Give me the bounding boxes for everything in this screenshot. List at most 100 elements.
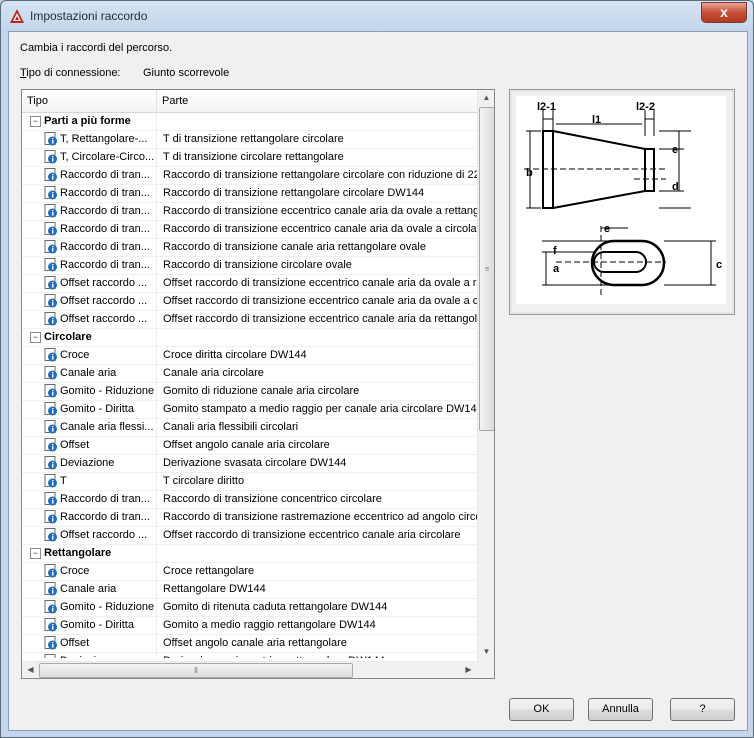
tipo-cell: Raccordo di tran... — [22, 239, 157, 256]
table-row[interactable]: Offset Offset angolo canale aria rettango… — [22, 635, 477, 653]
scroll-up-icon[interactable]: ▲ — [478, 93, 494, 102]
parte-cell[interactable]: Raccordo di transizione canale aria rett… — [163, 241, 477, 253]
parte-cell[interactable]: Raccordo di transizione eccentrico canal… — [163, 205, 477, 217]
parte-cell[interactable]: Derivazione svasata circolare DW144 — [163, 457, 477, 469]
group-label: Parti a più forme — [44, 115, 131, 127]
table-row[interactable]: Raccordo di tran... Raccordo di transizio… — [22, 509, 477, 527]
table-row[interactable]: T, Rettangolare-... T di transizione rett… — [22, 131, 477, 149]
tipo-text: Offset raccordo ... — [60, 295, 148, 307]
parte-cell[interactable]: Raccordo di transizione rettangolare cir… — [163, 187, 477, 199]
table-row[interactable]: T, Circolare-Circo... T di transizione ci… — [22, 149, 477, 167]
table-row[interactable]: Offset raccordo ... Offset raccordo di tr… — [22, 293, 477, 311]
parte-cell[interactable]: T di transizione circolare rettangolare — [163, 151, 477, 163]
parte-cell[interactable]: Croce diritta circolare DW144 — [163, 349, 477, 361]
tipo-text: Raccordo di tran... — [60, 511, 150, 523]
parte-cell[interactable]: Offset raccordo di transizione eccentric… — [163, 295, 477, 307]
tipo-text: Croce — [60, 349, 90, 361]
table-row[interactable]: Croce Croce rettangolare — [22, 563, 477, 581]
column-header-tipo[interactable]: Tipo — [22, 90, 157, 112]
close-button[interactable]: x — [701, 2, 747, 23]
collapse-icon[interactable]: − — [30, 116, 41, 127]
dim-e2-label: e — [604, 223, 610, 235]
parte-cell[interactable]: Raccordo di transizione circolare ovale — [163, 259, 477, 271]
scroll-right-icon[interactable]: ▶ — [460, 665, 477, 674]
fittings-list[interactable]: Tipo Parte − Parti a più forme T, Rettango… — [21, 89, 495, 679]
parte-cell[interactable]: Offset raccordo di transizione eccentric… — [163, 313, 477, 325]
table-row[interactable]: Offset Offset angolo canale aria circolar… — [22, 437, 477, 455]
group-row[interactable]: − Parti a più forme — [22, 113, 477, 131]
group-label: Rettangolare — [44, 547, 112, 559]
info-document-icon — [44, 564, 58, 578]
fitting-diagram: l2-1 l1 l2-2 b e d e f a c — [516, 96, 726, 304]
parte-cell[interactable]: Gomito di ritenuta caduta rettangolare D… — [163, 601, 477, 613]
tipo-cell: T, Rettangolare-... — [22, 131, 157, 148]
tipo-text: Deviazione — [60, 457, 115, 469]
tipo-text: T — [60, 475, 67, 487]
collapse-icon[interactable]: − — [30, 548, 41, 559]
scroll-left-icon[interactable]: ◀ — [22, 665, 39, 674]
table-row[interactable]: Raccordo di tran... Raccordo di transizio… — [22, 185, 477, 203]
parte-cell[interactable]: Canale aria circolare — [163, 367, 477, 379]
tipo-text: Raccordo di tran... — [60, 493, 150, 505]
table-row[interactable]: Raccordo di tran... Raccordo di transizio… — [22, 257, 477, 275]
table-row[interactable]: Gomito - Riduzione Gomito di ritenuta cad… — [22, 599, 477, 617]
accelerator-key: T — [20, 67, 27, 79]
table-row[interactable]: Offset raccordo ... Offset raccordo di tr… — [22, 311, 477, 329]
vertical-scroll-thumb[interactable]: ≡ — [479, 107, 494, 431]
parte-cell[interactable]: T circolare diritto — [163, 475, 477, 487]
info-document-icon — [44, 366, 58, 380]
parte-cell[interactable]: Canali aria flessibili circolari — [163, 421, 477, 433]
help-button[interactable]: ? — [670, 698, 735, 721]
table-row[interactable]: Canale aria Canale aria circolare — [22, 365, 477, 383]
parte-cell[interactable]: Croce rettangolare — [163, 565, 477, 577]
table-row[interactable]: Offset raccordo ... Offset raccordo di tr… — [22, 275, 477, 293]
vertical-scrollbar[interactable]: ▲ ≡ ▼ — [477, 90, 494, 661]
cancel-button[interactable]: Annulla — [588, 698, 653, 721]
parte-cell[interactable]: Raccordo di transizione rastremazione ec… — [163, 511, 477, 523]
table-row[interactable]: Gomito - Diritta Gomito a medio raggio re… — [22, 617, 477, 635]
parte-cell[interactable]: Gomito stampato a medio raggio per canal… — [163, 403, 477, 415]
tipo-cell: Gomito - Diritta — [22, 617, 157, 634]
horizontal-scrollbar[interactable]: ◀ ⦀ ▶ — [22, 661, 477, 678]
tipo-cell: Raccordo di tran... — [22, 257, 157, 274]
horizontal-scroll-thumb[interactable]: ⦀ — [39, 663, 353, 678]
table-row[interactable]: Deviazione Derivazione asimmetrica rettan… — [22, 653, 477, 658]
table-row[interactable]: Croce Croce diritta circolare DW144 — [22, 347, 477, 365]
table-row[interactable]: Offset raccordo ... Offset raccordo di tr… — [22, 527, 477, 545]
parte-cell[interactable]: Gomito di riduzione canale aria circolar… — [163, 385, 477, 397]
table-row[interactable]: Raccordo di tran... Raccordo di transizio… — [22, 239, 477, 257]
table-row[interactable]: Raccordo di tran... Raccordo di transizio… — [22, 167, 477, 185]
title-bar[interactable]: Impostazioni raccordo x — [1, 1, 753, 31]
table-row[interactable]: Raccordo di tran... Raccordo di transizio… — [22, 203, 477, 221]
scroll-down-icon[interactable]: ▼ — [478, 647, 494, 656]
parte-cell[interactable]: Raccordo di transizione eccentrico canal… — [163, 223, 477, 235]
parte-cell[interactable]: Offset angolo canale aria rettangolare — [163, 637, 477, 649]
table-row[interactable]: Raccordo di tran... Raccordo di transizio… — [22, 221, 477, 239]
parte-cell[interactable]: Derivazione asimmetrica rettangolare DW1… — [163, 655, 477, 658]
parte-cell[interactable]: Offset angolo canale aria circolare — [163, 439, 477, 451]
table-row[interactable]: Raccordo di tran... Raccordo di transizio… — [22, 491, 477, 509]
table-row[interactable]: Canale aria Rettangolare DW144 — [22, 581, 477, 599]
table-row[interactable]: Deviazione Derivazione svasata circolare … — [22, 455, 477, 473]
info-document-icon — [44, 510, 58, 524]
tipo-cell: Offset raccordo ... — [22, 311, 157, 328]
tipo-cell: Raccordo di tran... — [22, 167, 157, 184]
table-row[interactable]: Gomito - Diritta Gomito stampato a medio … — [22, 401, 477, 419]
info-document-icon — [44, 654, 58, 658]
parte-cell[interactable]: Raccordo di transizione concentrico circ… — [163, 493, 477, 505]
parte-cell[interactable]: Offset raccordo di transizione eccentric… — [163, 529, 477, 541]
parte-cell[interactable]: Raccordo di transizione rettangolare cir… — [163, 169, 477, 181]
group-row[interactable]: − Circolare — [22, 329, 477, 347]
collapse-icon[interactable]: − — [30, 332, 41, 343]
parte-cell[interactable]: Gomito a medio raggio rettangolare DW144 — [163, 619, 477, 631]
column-header-parte[interactable]: Parte — [157, 90, 477, 112]
ok-button[interactable]: OK — [509, 698, 574, 721]
table-row[interactable]: T T circolare diritto — [22, 473, 477, 491]
table-row[interactable]: Canale aria flessi... Canali aria flessib… — [22, 419, 477, 437]
info-document-icon — [44, 456, 58, 470]
group-row[interactable]: − Rettangolare — [22, 545, 477, 563]
parte-cell[interactable]: Rettangolare DW144 — [163, 583, 477, 595]
parte-cell[interactable]: T di transizione rettangolare circolare — [163, 133, 477, 145]
table-row[interactable]: Gomito - Riduzione Gomito di riduzione ca… — [22, 383, 477, 401]
parte-cell[interactable]: Offset raccordo di transizione eccentric… — [163, 277, 477, 289]
